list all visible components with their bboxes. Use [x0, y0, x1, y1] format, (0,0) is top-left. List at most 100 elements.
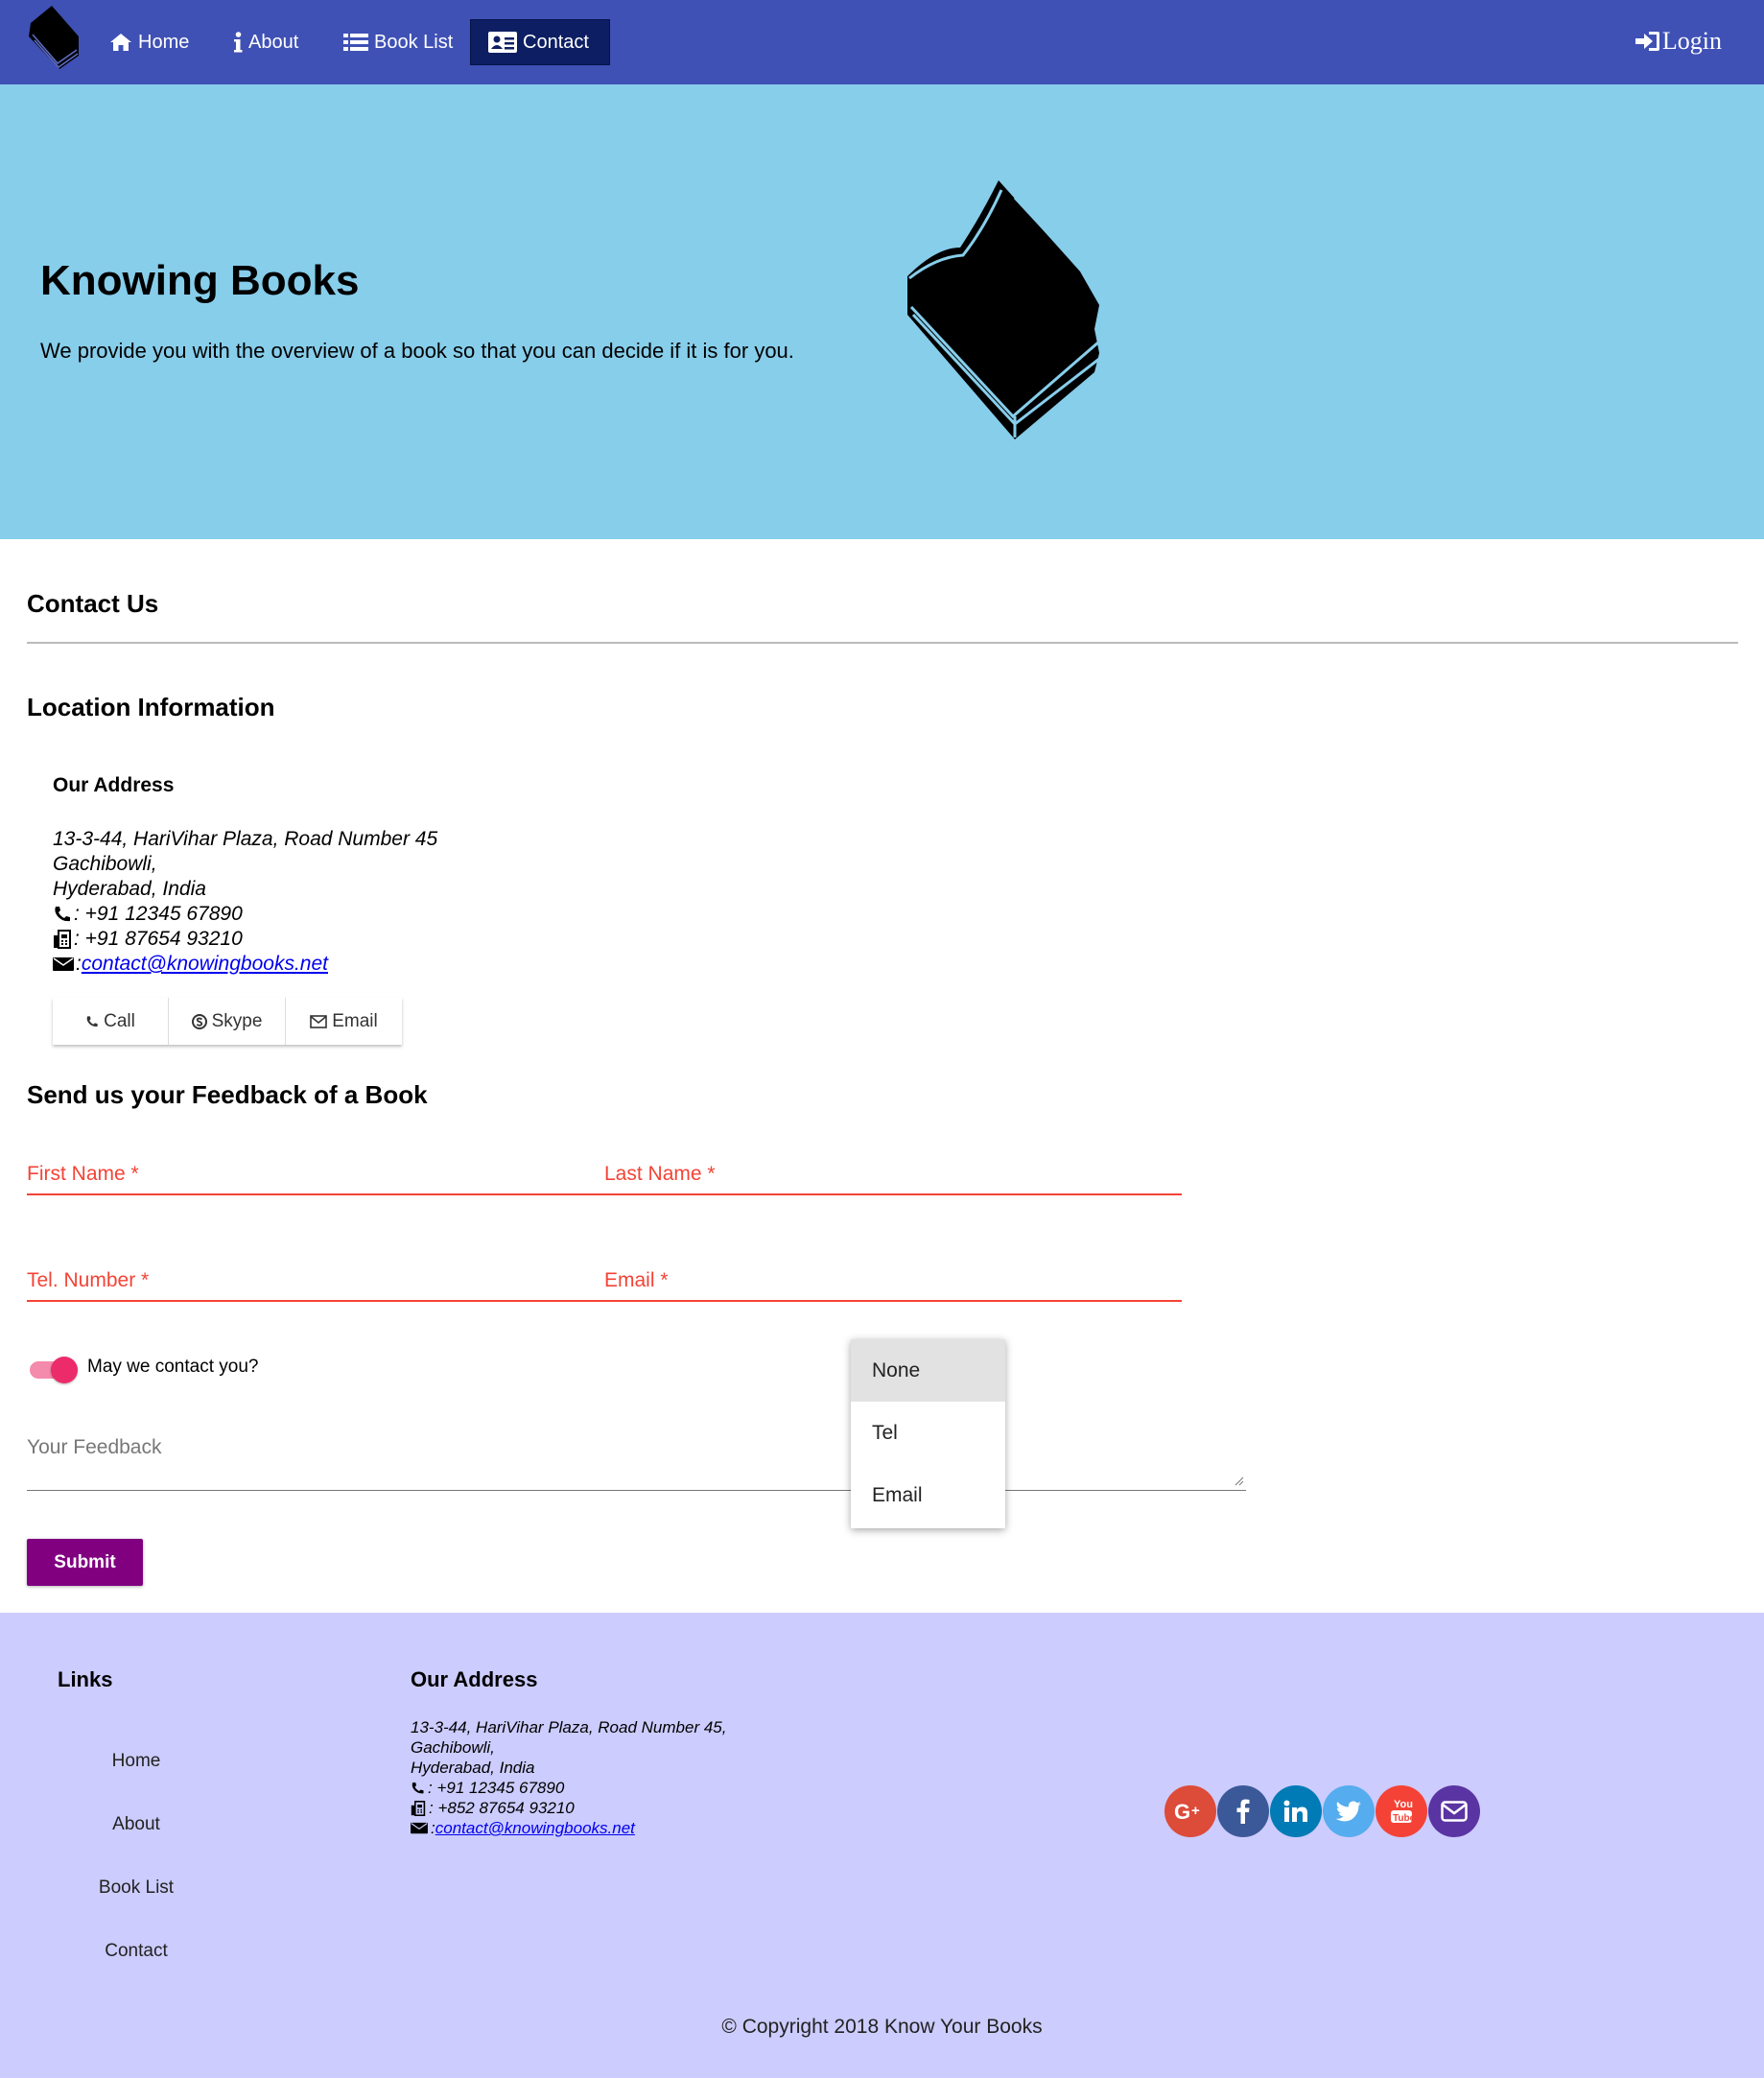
phone-icon: [86, 1015, 98, 1027]
footer-fax: : +852 87654 93210: [429, 1799, 575, 1817]
envelope-icon: [53, 957, 74, 971]
footer-address-heading: Our Address: [411, 1667, 538, 1691]
email-button[interactable]: Email: [286, 998, 402, 1045]
footer-fax-row: : +852 87654 93210: [411, 1798, 726, 1818]
footer-phone: : +91 12345 67890: [428, 1779, 565, 1797]
contact-button-group: Call Skype Email: [53, 998, 402, 1045]
address-card-icon: [488, 32, 517, 53]
divider: [27, 642, 1738, 644]
hero-subtitle: We provide you with the overview of a bo…: [40, 339, 794, 363]
submit-button[interactable]: Submit: [27, 1539, 143, 1586]
call-label: Call: [104, 1010, 135, 1031]
email-button-label: Email: [332, 1010, 378, 1031]
phone-icon: [55, 907, 70, 922]
skype-button[interactable]: Skype: [169, 998, 286, 1045]
nav-book-list[interactable]: Book List: [326, 19, 472, 65]
email-row: : contact@knowingbooks.net: [53, 952, 437, 977]
footer-link-home[interactable]: Home: [61, 1751, 211, 1772]
book-logo-icon[interactable]: [23, 4, 84, 71]
login-label: Login: [1661, 27, 1722, 55]
mail-icon[interactable]: [1428, 1785, 1480, 1837]
envelope-outline-icon: [310, 1014, 328, 1028]
info-icon: [234, 32, 243, 53]
address-line: Hyderabad, India: [53, 878, 206, 900]
nav-contact[interactable]: Contact: [470, 19, 610, 65]
feedback-placeholder: Your Feedback: [27, 1436, 162, 1458]
feedback-textarea[interactable]: Your Feedback: [27, 1428, 1246, 1491]
nav-book-list-label: Book List: [374, 31, 454, 53]
svg-text:You: You: [1394, 1799, 1413, 1810]
address-block: 13-3-44, HariVihar Plaza, Road Number 45…: [53, 827, 437, 977]
phone-number: : +91 12345 67890: [74, 903, 243, 925]
copyright-text: © Copyright 2018 Know Your Books: [721, 2016, 1043, 2038]
footer-link-contact[interactable]: Contact: [61, 1941, 211, 1962]
linkedin-icon[interactable]: [1270, 1785, 1322, 1837]
address-line: 13-3-44, HariVihar Plaza, Road Number 45: [53, 828, 438, 850]
email-field[interactable]: Email *: [604, 1262, 1182, 1302]
fax-icon: [54, 930, 71, 949]
email-link[interactable]: contact@knowingbooks.net: [82, 952, 328, 977]
nav-home-label: Home: [138, 31, 190, 53]
sign-in-icon: [1635, 32, 1659, 51]
fax-row: : +91 87654 93210: [53, 927, 437, 952]
last-name-label: Last Name *: [604, 1163, 716, 1185]
facebook-icon[interactable]: [1217, 1785, 1269, 1837]
home-icon: [110, 34, 131, 51]
nav-contact-label: Contact: [523, 31, 589, 53]
top-navbar: Home About Book List Contact Login: [0, 0, 1764, 84]
phone-row: : +91 12345 67890: [53, 902, 437, 927]
footer: Links Home About Book List Contact Our A…: [0, 1613, 1764, 2078]
footer-address-block: 13-3-44, HariVihar Plaza, Road Number 45…: [411, 1717, 726, 1838]
footer-phone-row: : +91 12345 67890: [411, 1778, 726, 1798]
footer-email-link[interactable]: contact@knowingbooks.net: [435, 1818, 635, 1838]
toggle-knob: [51, 1357, 78, 1383]
last-name-field[interactable]: Last Name *: [604, 1155, 1182, 1195]
feedback-heading: Send us your Feedback of a Book: [27, 1080, 428, 1109]
phone-icon: [412, 1782, 424, 1793]
social-links: G + You Tube: [1164, 1785, 1481, 1837]
nav-about[interactable]: About: [216, 19, 318, 65]
first-name-field[interactable]: First Name *: [27, 1155, 604, 1195]
footer-link-book-list[interactable]: Book List: [61, 1877, 211, 1899]
tel-number-field[interactable]: Tel. Number *: [27, 1262, 604, 1302]
list-icon: [343, 34, 368, 51]
google-plus-icon[interactable]: G +: [1164, 1785, 1216, 1837]
contact-heading: Contact Us: [27, 589, 159, 618]
address-heading: Our Address: [53, 774, 175, 796]
envelope-icon: [411, 1822, 428, 1834]
nav-home[interactable]: Home: [92, 19, 208, 65]
email-field-label: Email *: [604, 1269, 669, 1291]
login-link[interactable]: Login: [1635, 27, 1722, 56]
address-line: Hyderabad, India: [411, 1759, 535, 1777]
nav-about-label: About: [248, 31, 299, 53]
address-line: Gachibowli,: [411, 1738, 495, 1757]
hero-banner: Knowing Books We provide you with the ov…: [0, 84, 1764, 539]
location-heading: Location Information: [27, 693, 275, 721]
address-line: Gachibowli,: [53, 853, 157, 875]
book-illustration-icon: [907, 180, 1100, 439]
twitter-icon[interactable]: [1323, 1785, 1375, 1837]
skype-icon: [191, 1013, 207, 1029]
tel-number-label: Tel. Number *: [27, 1269, 150, 1291]
fax-icon: [411, 1800, 426, 1816]
contact-method-dropdown-menu: None Tel Email: [851, 1339, 1005, 1528]
option-none[interactable]: None: [851, 1339, 1005, 1402]
resize-handle-icon[interactable]: [1235, 1476, 1244, 1486]
contact-permission-toggle[interactable]: [30, 1356, 78, 1383]
svg-text:+: +: [1191, 1803, 1200, 1819]
option-email[interactable]: Email: [851, 1464, 1005, 1526]
svg-text:G: G: [1174, 1801, 1190, 1822]
call-button[interactable]: Call: [53, 998, 169, 1045]
fax-number: : +91 87654 93210: [74, 928, 243, 950]
hero-title: Knowing Books: [40, 257, 360, 304]
first-name-label: First Name *: [27, 1163, 139, 1185]
toggle-label: May we contact you?: [87, 1357, 259, 1377]
footer-links-heading: Links: [58, 1667, 113, 1691]
address-line: 13-3-44, HariVihar Plaza, Road Number 45…: [411, 1718, 727, 1736]
youtube-icon[interactable]: You Tube: [1376, 1785, 1427, 1837]
svg-text:Tube: Tube: [1393, 1813, 1414, 1824]
footer-link-about[interactable]: About: [61, 1814, 211, 1835]
option-tel[interactable]: Tel: [851, 1402, 1005, 1464]
skype-label: Skype: [211, 1010, 263, 1031]
footer-email-row: : contact@knowingbooks.net: [411, 1818, 726, 1838]
